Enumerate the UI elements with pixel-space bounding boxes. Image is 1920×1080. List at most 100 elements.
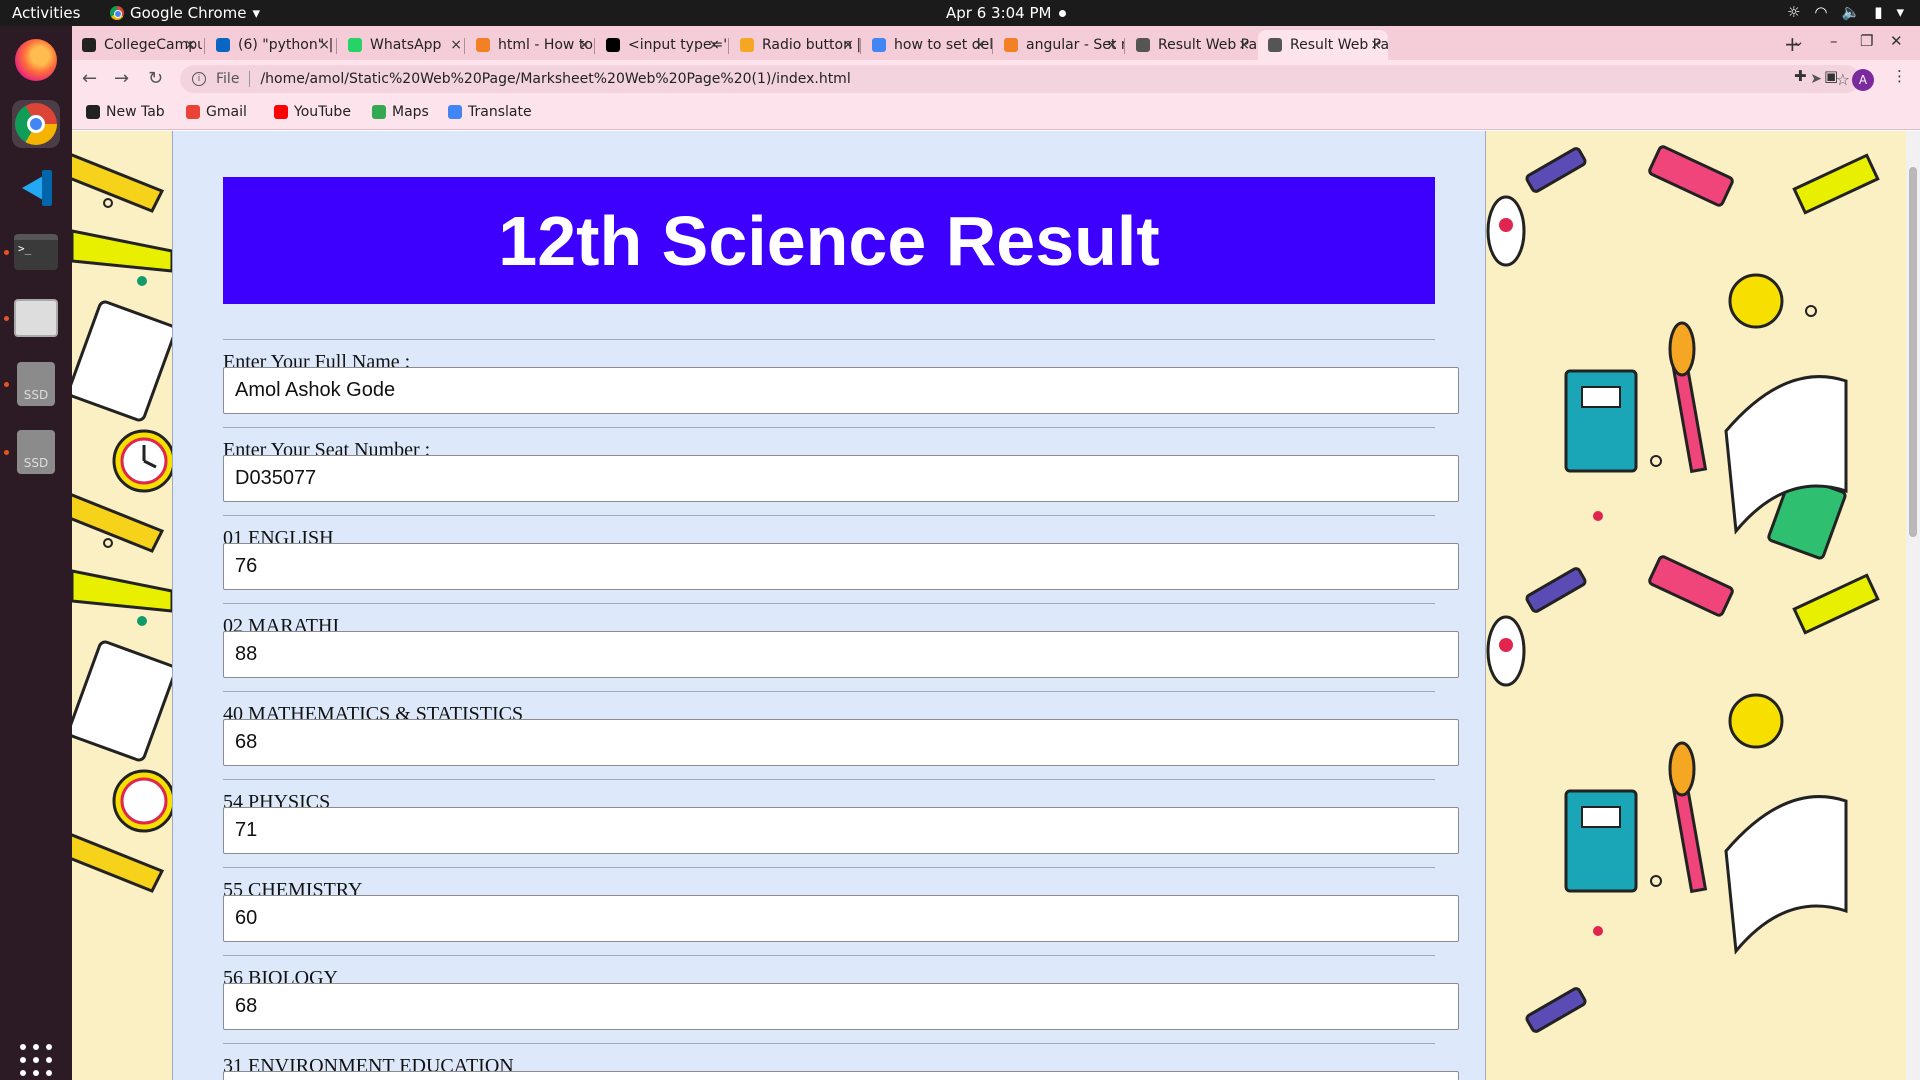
dock-firefox[interactable] <box>12 36 60 84</box>
marks-input[interactable]: 71 <box>223 807 1459 854</box>
linkedin-icon <box>216 38 230 52</box>
globe-icon <box>1268 38 1282 52</box>
minimize-icon[interactable]: – <box>1830 32 1838 50</box>
browser-tab[interactable]: Result Web Pa × <box>1126 30 1256 60</box>
bookmark-gmail[interactable]: Gmail <box>186 104 247 120</box>
reload-icon[interactable]: ↻ <box>148 68 163 89</box>
restore-icon[interactable]: ❐ <box>1860 32 1873 50</box>
window-close-icon[interactable]: ✕ <box>1890 32 1903 50</box>
browser-tab[interactable]: <input type="r × <box>596 30 726 60</box>
bookmark-label: New Tab <box>106 104 165 120</box>
clock[interactable]: Apr 6 3:04 PM <box>946 4 1051 22</box>
extensions-icon[interactable]: ✚ <box>1794 67 1807 85</box>
bookmark-youtube[interactable]: YouTube <box>274 104 351 120</box>
chevron-down-icon: ▾ <box>252 4 261 22</box>
divider <box>223 603 1435 604</box>
profile-avatar[interactable]: A <box>1852 69 1874 91</box>
notification-dot <box>1059 10 1066 17</box>
show-apps-icon[interactable] <box>20 1044 52 1076</box>
app-menu[interactable]: Google Chrome ▾ <box>110 4 260 22</box>
running-indicator <box>4 250 9 255</box>
marks-input[interactable]: 88 <box>223 631 1459 678</box>
marks-input[interactable]: 60 <box>223 895 1459 942</box>
background-pattern-right <box>1486 131 1906 1080</box>
send-icon[interactable]: ➤ <box>1810 71 1822 87</box>
page-scrollbar[interactable] <box>1906 131 1920 1080</box>
youtube-icon <box>274 105 288 119</box>
close-icon[interactable]: × <box>842 37 854 53</box>
translate-icon <box>448 105 462 119</box>
whatsapp-icon <box>348 38 362 52</box>
browser-tab[interactable]: Result Web Pa × <box>1258 30 1388 60</box>
back-icon[interactable]: ← <box>82 68 97 89</box>
close-icon[interactable]: × <box>1106 37 1118 53</box>
marks-input[interactable] <box>223 1071 1459 1080</box>
divider <box>223 779 1435 780</box>
divider <box>223 691 1435 692</box>
full-name-input[interactable]: Amol Ashok Gode <box>223 367 1459 414</box>
google-icon <box>872 38 886 52</box>
browser-tab[interactable]: CollegeCampu × <box>72 30 202 60</box>
divider <box>223 1043 1435 1044</box>
system-tray[interactable]: ☼ ◠ 🔈 ▮ ▾ <box>1787 3 1904 21</box>
divider <box>223 515 1435 516</box>
scrollbar-thumb[interactable] <box>1909 167 1917 537</box>
divider <box>223 339 1435 340</box>
stackoverflow-icon <box>1004 38 1018 52</box>
divider <box>223 955 1435 956</box>
dock-files[interactable] <box>12 294 60 342</box>
bookmark-translate[interactable]: Translate <box>448 104 532 120</box>
address-bar[interactable]: i File /home/amol/Static%20Web%20Page/Ma… <box>180 65 1860 93</box>
browser-tab[interactable]: (6) "python" | S × <box>206 30 336 60</box>
browser-tab[interactable]: Radio button | × <box>730 30 860 60</box>
bookmarks-bar: New Tab Gmail YouTube Maps Translate <box>72 98 1920 130</box>
running-indicator <box>4 382 9 387</box>
close-icon[interactable]: × <box>974 37 986 53</box>
side-panel-icon[interactable]: ▣ <box>1824 67 1838 85</box>
dock-ssd-1[interactable]: SSD <box>12 360 60 408</box>
tab-separator <box>464 38 465 54</box>
marks-input[interactable]: 76 <box>223 543 1459 590</box>
page-title: 12th Science Result <box>223 177 1435 304</box>
rocket-doodle <box>1486 195 1526 687</box>
marker-doodle <box>1525 147 1587 1033</box>
close-icon[interactable]: × <box>578 37 590 53</box>
bookmark-maps[interactable]: Maps <box>372 104 429 120</box>
dock-terminal[interactable]: >_ <box>12 228 60 276</box>
forward-icon[interactable]: → <box>114 68 129 89</box>
dock-vscode[interactable] <box>12 164 60 212</box>
close-icon[interactable]: × <box>1370 37 1382 53</box>
drive-icon: SSD <box>17 430 55 474</box>
close-icon[interactable]: × <box>1238 37 1250 53</box>
activities-button[interactable]: Activities <box>12 4 80 22</box>
info-icon[interactable]: i <box>192 72 206 86</box>
battery-icon: ▮ <box>1874 3 1883 21</box>
browser-tab[interactable]: angular - Set m × <box>994 30 1124 60</box>
dock-ssd-2[interactable]: SSD <box>12 428 60 476</box>
browser-tab[interactable]: html - How to × <box>466 30 596 60</box>
close-icon[interactable]: × <box>708 37 720 53</box>
marks-input[interactable]: 68 <box>223 719 1459 766</box>
divider <box>223 867 1435 868</box>
browser-tab[interactable]: how to set del × <box>862 30 992 60</box>
close-icon[interactable]: × <box>184 37 196 53</box>
clock-doodle <box>112 429 172 833</box>
close-icon[interactable]: × <box>450 37 462 53</box>
system-top-bar: Activities Google Chrome ▾ Apr 6 3:04 PM… <box>0 0 1920 26</box>
seat-number-input[interactable]: D035077 <box>223 455 1459 502</box>
bookmark-label: Maps <box>392 104 429 120</box>
background-pattern-left <box>72 131 172 1080</box>
more-menu-icon[interactable]: ⋮ <box>1892 67 1907 85</box>
tab-separator <box>594 38 595 54</box>
page-viewport: 12th Science Result Enter Your Full Name… <box>72 131 1920 1080</box>
tab-search-icon[interactable]: ⌄ <box>1792 32 1805 50</box>
url-separator <box>249 71 251 87</box>
url-text[interactable]: /home/amol/Static%20Web%20Page/Marksheet… <box>260 71 850 87</box>
dock-chrome[interactable] <box>12 100 60 148</box>
bookmark-new-tab[interactable]: New Tab <box>86 104 165 120</box>
marks-input[interactable]: 68 <box>223 983 1459 1030</box>
volume-icon: 🔈 <box>1841 3 1861 21</box>
running-indicator <box>4 450 9 455</box>
browser-tab[interactable]: WhatsApp × <box>338 30 468 60</box>
close-icon[interactable]: × <box>318 37 330 53</box>
